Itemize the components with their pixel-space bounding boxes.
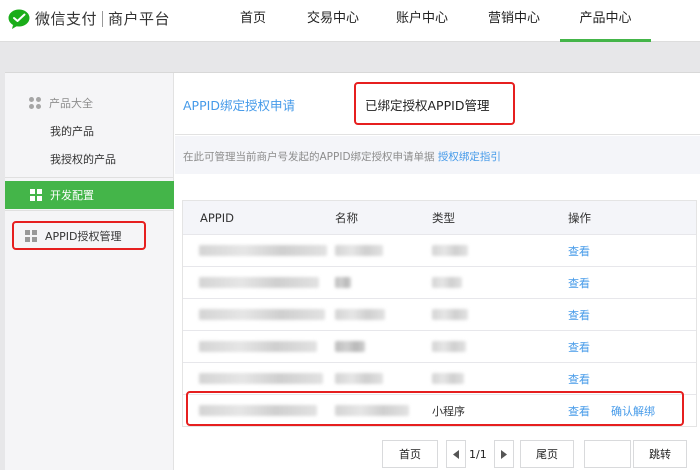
products-icon xyxy=(29,97,41,109)
view-link[interactable]: 查看 xyxy=(568,363,590,394)
redacted-name xyxy=(335,373,383,384)
brand-subtitle: 商户平台 xyxy=(108,10,171,28)
redacted-name xyxy=(335,245,383,256)
highlight-box-row xyxy=(186,391,684,426)
page-indicator: 1/1 xyxy=(469,447,487,461)
column-header-type: 类型 xyxy=(432,210,455,225)
auth-guide-link[interactable]: 授权绑定指引 xyxy=(438,151,501,163)
appid-cell xyxy=(199,235,327,266)
table-row: 查看 xyxy=(183,266,696,298)
sidebar-divider xyxy=(5,177,173,178)
brand-name: 微信支付 xyxy=(35,10,98,28)
sidebar-item-my-products[interactable]: 我的产品 xyxy=(50,123,94,139)
redacted-type xyxy=(432,277,462,288)
redacted-appid xyxy=(199,341,317,352)
nav-item-transactions[interactable]: 交易中心 xyxy=(297,0,369,42)
redacted-name xyxy=(335,277,351,288)
sidebar-group-label: 产品大全 xyxy=(49,97,93,110)
appid-cell xyxy=(199,299,325,330)
view-link[interactable]: 查看 xyxy=(568,299,590,330)
next-page-button[interactable] xyxy=(494,440,514,468)
redacted-name xyxy=(335,309,385,320)
appid-cell xyxy=(199,331,317,362)
redacted-appid xyxy=(199,245,327,256)
nav-item-marketing[interactable]: 营销中心 xyxy=(476,0,552,42)
sidebar-item-label: 开发配置 xyxy=(50,189,94,202)
sidebar-item-authorized-products[interactable]: 我授权的产品 xyxy=(50,151,116,167)
appid-cell xyxy=(199,267,319,298)
sidebar-group-products: 产品大全 xyxy=(29,95,93,111)
nav-item-home[interactable]: 首页 xyxy=(228,0,278,42)
nav-item-account[interactable]: 账户中心 xyxy=(386,0,458,42)
last-page-button[interactable]: 尾页 xyxy=(520,440,574,468)
redacted-type xyxy=(432,245,468,256)
table-row: 查看 xyxy=(183,330,696,362)
table-row: 查看 xyxy=(183,234,696,266)
grid-icon xyxy=(30,189,42,201)
column-header-appid: APPID xyxy=(200,210,234,225)
redacted-name xyxy=(335,341,365,352)
tab-appid-apply[interactable]: APPID绑定授权申请 xyxy=(183,95,295,114)
wechat-pay-logo-icon xyxy=(8,9,30,29)
appid-cell xyxy=(199,363,323,394)
info-text: 在此可管理当前商户号发起的APPID绑定授权申请单据 xyxy=(183,151,435,163)
column-header-actions: 操作 xyxy=(568,210,591,225)
type-cell xyxy=(432,235,468,266)
jump-button[interactable]: 跳转 xyxy=(633,440,687,468)
view-link[interactable]: 查看 xyxy=(568,235,590,266)
redacted-type xyxy=(432,309,468,320)
redacted-appid xyxy=(199,309,325,320)
brand-logo[interactable]: 微信支付 商户平台 xyxy=(8,8,170,29)
type-cell xyxy=(432,363,464,394)
caret-left-icon xyxy=(453,449,459,459)
redacted-type xyxy=(432,373,464,384)
name-cell xyxy=(335,331,365,362)
page-jump-input[interactable] xyxy=(584,440,631,468)
caret-right-icon xyxy=(501,449,507,459)
nav-item-products[interactable]: 产品中心 xyxy=(560,0,651,42)
first-page-button[interactable]: 首页 xyxy=(382,440,438,468)
type-cell xyxy=(432,299,468,330)
name-cell xyxy=(335,267,351,298)
column-header-name: 名称 xyxy=(335,210,358,225)
name-cell xyxy=(335,235,383,266)
type-cell xyxy=(432,331,466,362)
info-strip: 在此可管理当前商户号发起的APPID绑定授权申请单据 授权绑定指引 xyxy=(175,136,700,174)
highlight-box-tab xyxy=(354,82,515,125)
type-cell xyxy=(432,267,462,298)
redacted-appid xyxy=(199,277,319,288)
brand-separator xyxy=(102,10,104,27)
sidebar-item-dev-config[interactable]: 开发配置 xyxy=(5,181,174,209)
prev-page-button[interactable] xyxy=(446,440,466,468)
table-row: 查看 xyxy=(183,298,696,330)
name-cell xyxy=(335,299,385,330)
view-link[interactable]: 查看 xyxy=(568,331,590,362)
sidebar: 产品大全 我的产品 我授权的产品 开发配置 APPID授权管理 xyxy=(5,73,174,470)
highlight-box-sidebar xyxy=(12,221,146,250)
view-link[interactable]: 查看 xyxy=(568,267,590,298)
redacted-type xyxy=(432,341,466,352)
table-header: APPID 名称 类型 操作 xyxy=(183,201,696,234)
name-cell xyxy=(335,363,383,394)
top-navigation-bar: 微信支付 商户平台 首页 交易中心 账户中心 营销中心 产品中心 xyxy=(0,0,700,42)
table-row: 查看 xyxy=(183,362,696,394)
redacted-appid xyxy=(199,373,323,384)
sidebar-divider xyxy=(5,210,173,211)
